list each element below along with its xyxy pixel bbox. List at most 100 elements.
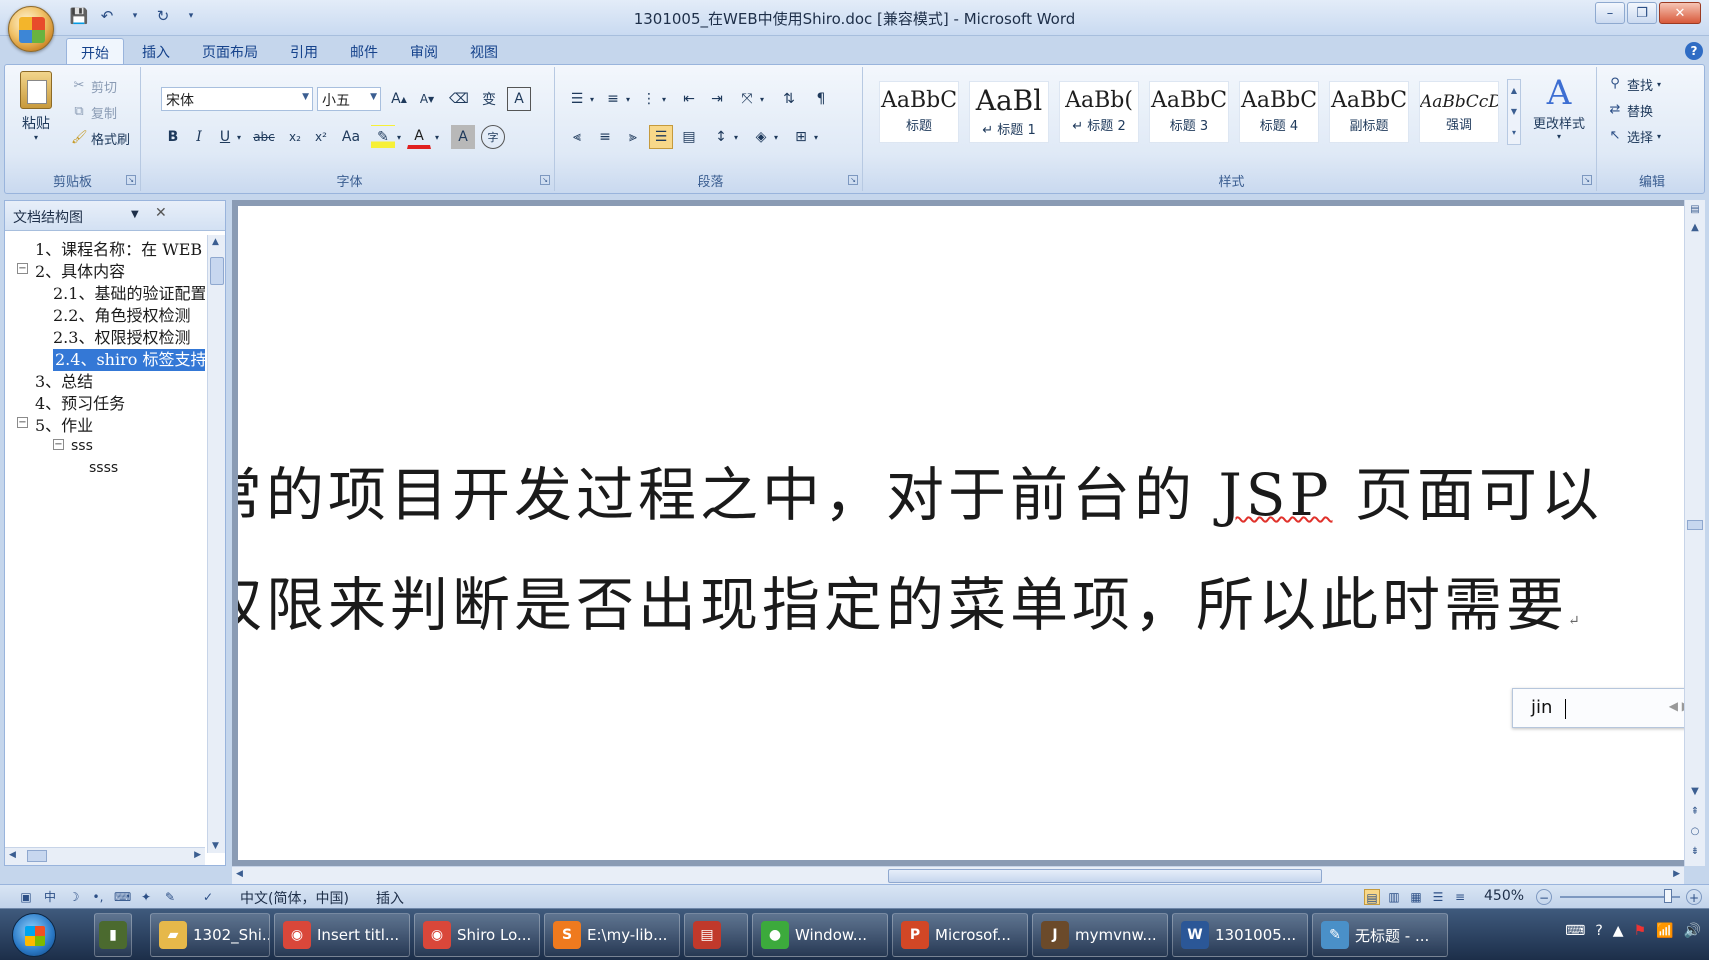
language-status[interactable]: 中文(简体，中国) (240, 888, 349, 908)
highlight-dropdown-icon[interactable]: ▾ (393, 125, 405, 149)
start-button[interactable] (12, 913, 56, 957)
scroll-thumb[interactable] (210, 257, 224, 285)
taskbar-app[interactable]: ▮ (94, 913, 132, 957)
style-tile[interactable]: AaBbC 标题 3 (1149, 81, 1229, 143)
highlight-button[interactable]: ✎ (371, 125, 395, 149)
scroll-right-icon[interactable]: ▶ (1673, 869, 1680, 879)
zoom-slider-thumb[interactable] (1664, 889, 1672, 903)
borders-dropdown-icon[interactable]: ▾ (811, 125, 821, 149)
tab-view[interactable]: 视图 (456, 38, 512, 64)
map-item[interactable]: sss (71, 435, 93, 457)
tray-volume-icon[interactable]: 🔊 (1684, 923, 1701, 939)
multilevel-dropdown-icon[interactable]: ▾ (659, 87, 669, 111)
find-button[interactable]: ⚲ 查找 ▾ (1607, 73, 1661, 95)
increase-indent-icon[interactable]: ⇥ (705, 87, 729, 111)
ime-chinese-icon[interactable]: 中 (42, 889, 58, 905)
draft-view-icon[interactable]: ≡ (1452, 889, 1468, 905)
tray-network-icon[interactable]: 📶 (1656, 923, 1673, 939)
line-spacing-dropdown-icon[interactable]: ▾ (731, 125, 741, 149)
subscript-button[interactable]: x₂ (283, 125, 307, 149)
taskbar-button[interactable]: P Microsof... (892, 913, 1028, 957)
ime-toolbar-icon[interactable]: ▣ (18, 889, 34, 905)
sort-icon[interactable]: ⇅ (777, 87, 801, 111)
paste-button[interactable]: 粘贴 ▾ (17, 71, 55, 142)
decrease-indent-icon[interactable]: ⇤ (677, 87, 701, 111)
tab-references[interactable]: 引用 (276, 38, 332, 64)
font-name-combo[interactable]: 宋体 ▼ (161, 87, 313, 111)
scroll-right-icon[interactable]: ▶ (194, 850, 201, 860)
style-tile[interactable]: AaBbCcDc 强调 (1419, 81, 1499, 143)
ime-settings-icon[interactable]: ✦ (138, 889, 154, 905)
char-shading-button[interactable]: A (451, 125, 475, 149)
change-case-button[interactable]: Aa (337, 125, 365, 149)
scroll-thumb[interactable] (1687, 520, 1703, 530)
document-map-scrollbar[interactable]: ▲ ▼ (207, 235, 225, 853)
map-item[interactable]: 3、总结 (35, 371, 93, 393)
tab-home[interactable]: 开始 (66, 38, 124, 64)
distributed-icon[interactable]: ▤ (677, 125, 701, 149)
document-vscrollbar[interactable]: ▤ ▲ ▼ ⇞ ○ ⇟ (1684, 200, 1705, 866)
tray-expand-icon[interactable]: ▲ (1613, 923, 1624, 939)
scroll-left-icon[interactable]: ◀ (9, 850, 16, 860)
ime-tool-icon[interactable]: ✎ (162, 889, 178, 905)
map-item[interactable]: 1、课程名称：在 WEB (35, 239, 202, 261)
font-color-button[interactable]: A (407, 125, 431, 149)
document-map-hscrollbar[interactable]: ◀ ▶ (5, 847, 205, 865)
previous-page-icon[interactable]: ⇞ (1687, 804, 1703, 820)
bold-button[interactable]: B (161, 125, 185, 149)
paragraph-launcher[interactable]: ↘ (848, 175, 858, 185)
map-item[interactable]: 4、预习任务 (35, 393, 125, 415)
align-center-icon[interactable]: ≡ (593, 125, 617, 149)
style-tile[interactable]: AaBb(↵ 标题 2 (1059, 81, 1139, 143)
tray-help-icon[interactable]: ? (1595, 923, 1602, 939)
map-item[interactable]: 2.3、权限授权检测 (53, 327, 190, 349)
font-color-dropdown-icon[interactable]: ▾ (431, 125, 443, 149)
scroll-thumb[interactable] (27, 850, 47, 862)
next-page-icon[interactable]: ⇟ (1687, 844, 1703, 860)
select-button[interactable]: ↖ 选择 ▾ (1607, 125, 1661, 147)
style-tile[interactable]: AaBbC 标题 4 (1239, 81, 1319, 143)
full-screen-reading-icon[interactable]: ▥ (1386, 889, 1402, 905)
taskbar-button[interactable]: S E:\my-lib... (544, 913, 680, 957)
scroll-left-icon[interactable]: ◀ (236, 869, 243, 879)
change-styles-button[interactable]: A 更改样式 ▾ (1527, 73, 1591, 141)
taskbar-button[interactable]: Jmymvnw... (1032, 913, 1168, 957)
style-tile[interactable]: AaBbC 副标题 (1329, 81, 1409, 143)
replace-button[interactable]: ⇄ 替换 (1607, 99, 1653, 121)
style-tile[interactable]: AaBbC 标题 (879, 81, 959, 143)
document-map-dropdown-icon[interactable]: ▼ (131, 209, 139, 220)
web-layout-icon[interactable]: ▦ (1408, 889, 1424, 905)
cut-button[interactable]: ✂ 剪切 (71, 75, 117, 97)
italic-button[interactable]: I (187, 125, 211, 149)
document-line-1[interactable]: 常的项目开发过程之中，对于前台的 JSP 页面可以 (238, 448, 1603, 532)
spelling-check-icon[interactable]: ✓ (200, 889, 216, 905)
ime-moon-icon[interactable]: ☽ (66, 889, 82, 905)
print-layout-icon[interactable]: ▤ (1364, 889, 1380, 905)
scroll-thumb[interactable] (888, 869, 1322, 883)
minimize-button[interactable]: – (1595, 2, 1625, 24)
copy-button[interactable]: ⧉ 复制 (71, 101, 117, 123)
tab-mailings[interactable]: 邮件 (336, 38, 392, 64)
help-icon[interactable]: ? (1685, 42, 1703, 60)
shrink-font-button[interactable]: A ▼ (415, 87, 439, 111)
style-tile[interactable]: AaBl ↵ 标题 1 (969, 81, 1049, 143)
collapse-toggle-icon[interactable]: − (17, 417, 28, 428)
taskbar-button[interactable]: ◉ Insert titl... (274, 913, 410, 957)
phonetic-guide-icon[interactable]: 变 (477, 87, 501, 111)
tray-keyboard-icon[interactable]: ⌨ (1565, 923, 1585, 939)
zoom-out-icon[interactable]: − (1536, 889, 1552, 905)
zoom-slider[interactable] (1560, 896, 1680, 898)
chinese-layout-icon[interactable]: ⤧ (735, 87, 759, 111)
align-right-icon[interactable]: ⫸ (621, 125, 645, 149)
map-item[interactable]: ssss (89, 457, 118, 479)
font-size-combo[interactable]: 小五 ▼ (317, 87, 381, 111)
zoom-in-icon[interactable]: + (1686, 889, 1702, 905)
taskbar-button[interactable]: W 1301005... (1172, 913, 1308, 957)
line-spacing-icon[interactable]: ↕ (709, 125, 733, 149)
ime-punct-icon[interactable]: •, (90, 889, 106, 905)
font-launcher[interactable]: ↘ (540, 175, 550, 185)
ime-keyboard-icon[interactable]: ⌨ (114, 889, 131, 905)
taskbar-button[interactable]: ◉ Shiro Lo... (414, 913, 540, 957)
clipboard-launcher[interactable]: ↘ (126, 175, 136, 185)
justify-icon[interactable]: ☰ (649, 125, 673, 149)
